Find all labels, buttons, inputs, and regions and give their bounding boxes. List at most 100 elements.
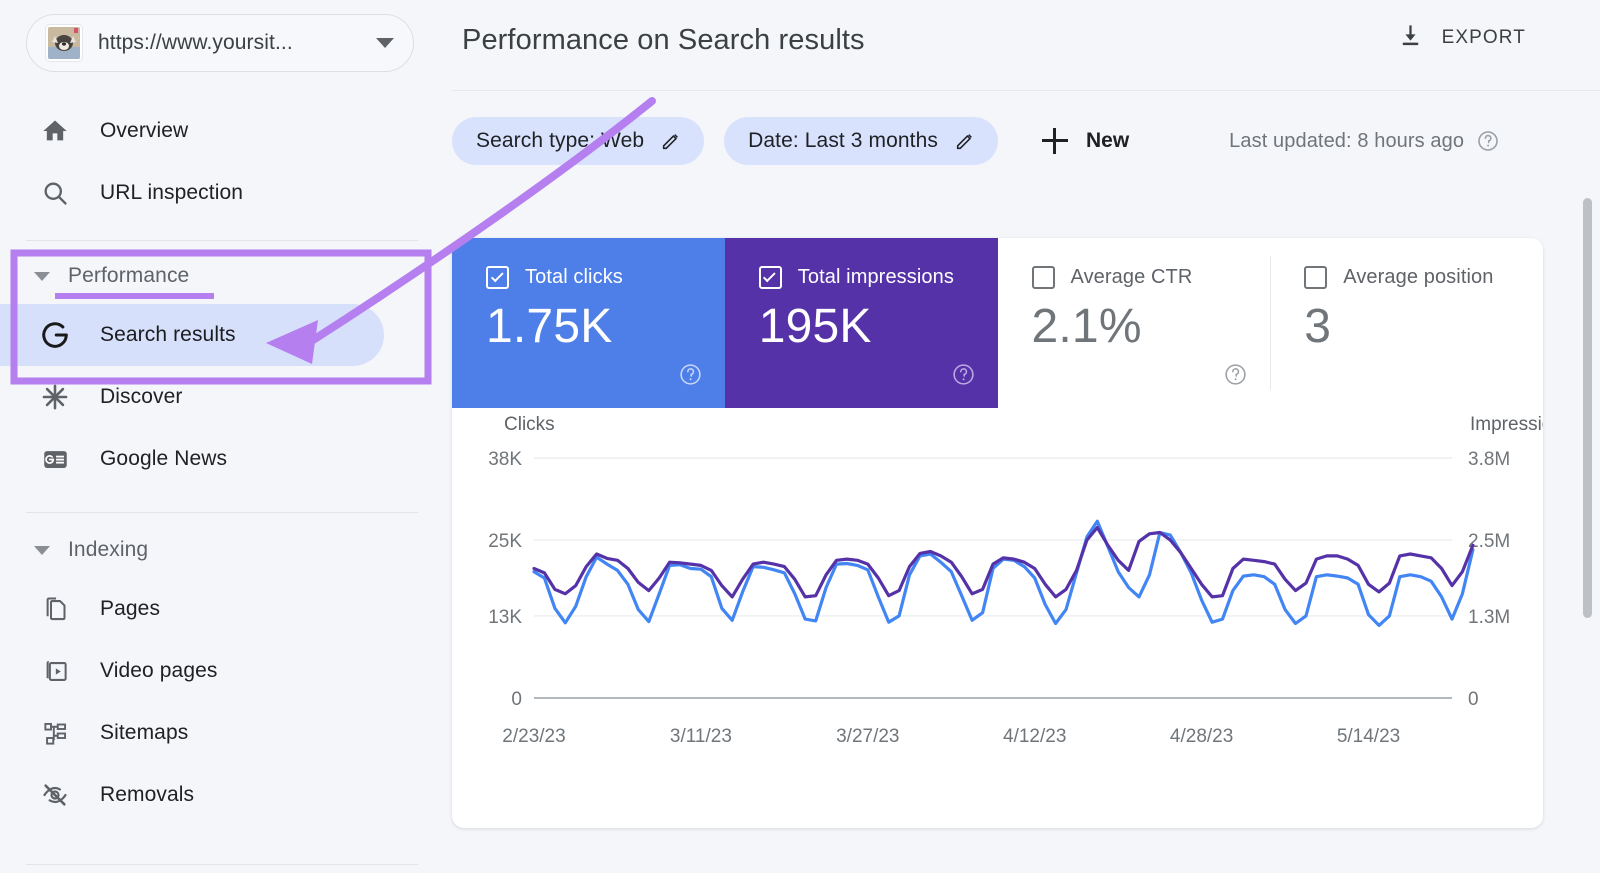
sidebar-item-discover[interactable]: Discover xyxy=(0,366,452,428)
sidebar-item-video-pages[interactable]: Video pages xyxy=(0,640,452,702)
video-pages-icon xyxy=(38,654,72,688)
filter-chip-label: Date: Last 3 months xyxy=(748,129,938,153)
sidebar-section-label: Performance xyxy=(68,264,189,288)
chart-y-tick-left: 25K xyxy=(488,531,522,552)
metric-label: Total impressions xyxy=(798,266,954,289)
site-url-label: https://www.yoursit... xyxy=(98,31,365,55)
metric-value: 2.1% xyxy=(1032,299,1271,354)
sidebar-item-label: Sitemaps xyxy=(100,721,188,745)
chart-x-tick: 4/12/23 xyxy=(1003,726,1066,747)
search-console-page: https://www.yoursit... Overview UR xyxy=(0,0,1600,873)
page-title: Performance on Search results xyxy=(462,24,865,57)
metrics-row: Total clicks 1.75K Total impressions 195… xyxy=(452,238,1543,408)
metric-card-average-position[interactable]: Average position 3 xyxy=(1270,238,1543,408)
caret-down-icon xyxy=(34,546,50,555)
metric-label: Total clicks xyxy=(525,266,623,289)
export-label: EXPORT xyxy=(1442,27,1526,49)
chart-y-tick-right: 3.8M xyxy=(1468,449,1510,470)
metric-checkbox-total-impressions[interactable] xyxy=(759,266,782,289)
vertical-scrollbar[interactable] xyxy=(1583,198,1592,618)
chart-x-tick: 2/23/23 xyxy=(502,726,565,747)
metric-card-average-ctr[interactable]: Average CTR 2.1% xyxy=(998,238,1271,408)
sidebar-item-overview[interactable]: Overview xyxy=(0,100,452,162)
help-circle-icon[interactable] xyxy=(1223,362,1248,392)
chart-x-tick: 4/28/23 xyxy=(1170,726,1233,747)
chart-x-tick: 5/14/23 xyxy=(1337,726,1400,747)
chart-y-tick-right: 1.3M xyxy=(1468,607,1510,628)
site-thumbnail-dog-photo-icon xyxy=(46,25,82,61)
discover-sparkle-icon xyxy=(38,380,72,414)
google-news-icon xyxy=(38,442,72,476)
help-circle-icon[interactable] xyxy=(951,362,976,392)
sidebar-item-label: Video pages xyxy=(100,659,217,683)
sidebar-item-label: Removals xyxy=(100,783,194,807)
plus-icon xyxy=(1042,128,1068,154)
sidebar-divider-3 xyxy=(26,864,418,865)
sidebar: https://www.yoursit... Overview UR xyxy=(0,0,452,873)
sidebar-divider-1 xyxy=(26,240,418,241)
header-divider xyxy=(452,90,1600,91)
sidebar-item-label: Discover xyxy=(100,385,182,409)
metric-label: Average position xyxy=(1343,266,1493,289)
new-filter-button[interactable]: New xyxy=(1030,117,1141,165)
metric-label: Average CTR xyxy=(1071,266,1193,289)
chart-x-tick: 3/11/23 xyxy=(670,726,732,747)
metric-card-total-clicks[interactable]: Total clicks 1.75K xyxy=(452,238,725,408)
sidebar-section-performance[interactable]: Performance xyxy=(0,248,452,304)
new-filter-label: New xyxy=(1086,129,1129,153)
chart-svg: ClicksImpressions0013K1.3M25K2.5M38K3.8M… xyxy=(452,408,1543,828)
help-circle-icon[interactable] xyxy=(1476,129,1500,153)
sidebar-item-sitemaps[interactable]: Sitemaps xyxy=(0,702,452,764)
filter-chip-label: Search type: Web xyxy=(476,129,644,153)
filter-bar: Search type: Web Date: Last 3 months New xyxy=(452,113,1500,169)
google-g-icon xyxy=(38,318,72,352)
help-circle-icon[interactable] xyxy=(678,362,703,392)
metric-card-total-impressions[interactable]: Total impressions 195K xyxy=(725,238,998,408)
download-icon xyxy=(1397,22,1424,54)
search-icon xyxy=(38,176,72,210)
chart-y-axis-right-title: Impressions xyxy=(1470,414,1543,435)
sidebar-item-google-news[interactable]: Google News xyxy=(0,428,452,490)
chart-line-impressions xyxy=(534,528,1473,597)
metric-checkbox-average-ctr[interactable] xyxy=(1032,266,1055,289)
sidebar-item-url-inspection[interactable]: URL inspection xyxy=(0,162,452,224)
chart-line-clicks xyxy=(534,521,1473,625)
metric-value: 1.75K xyxy=(486,299,725,354)
sitemaps-hierarchy-icon xyxy=(38,716,72,750)
pages-copy-icon xyxy=(38,592,72,626)
export-button[interactable]: EXPORT xyxy=(1397,22,1526,54)
chart-y-tick-left: 13K xyxy=(488,607,522,628)
caret-down-icon xyxy=(34,272,50,281)
chart-y-tick-right: 0 xyxy=(1468,689,1479,710)
filter-chip-date[interactable]: Date: Last 3 months xyxy=(724,117,998,165)
metric-value: 195K xyxy=(759,299,998,354)
sidebar-item-removals[interactable]: Removals xyxy=(0,764,452,826)
eye-off-icon xyxy=(38,778,72,812)
sidebar-divider-2 xyxy=(26,512,418,513)
sidebar-item-label: Google News xyxy=(100,447,227,471)
pencil-icon[interactable] xyxy=(954,130,976,152)
sidebar-section-indexing[interactable]: Indexing xyxy=(0,522,452,578)
sidebar-item-search-results[interactable]: Search results xyxy=(0,304,384,366)
metric-checkbox-average-position[interactable] xyxy=(1304,266,1327,289)
filter-chip-search-type[interactable]: Search type: Web xyxy=(452,117,704,165)
chart-y-axis-left-title: Clicks xyxy=(504,414,555,435)
sidebar-item-label: URL inspection xyxy=(100,181,243,205)
last-updated-label: Last updated: 8 hours ago xyxy=(1229,130,1464,153)
sidebar-item-label: Search results xyxy=(100,323,236,347)
site-selector[interactable]: https://www.yoursit... xyxy=(26,14,414,72)
sidebar-item-label: Overview xyxy=(100,119,188,143)
home-icon xyxy=(38,114,72,148)
last-updated: Last updated: 8 hours ago xyxy=(1229,129,1500,153)
chart-y-tick-left: 0 xyxy=(511,689,522,710)
metric-value: 3 xyxy=(1304,299,1543,354)
metric-checkbox-total-clicks[interactable] xyxy=(486,266,509,289)
chart-y-tick-left: 38K xyxy=(488,449,522,470)
sidebar-item-pages[interactable]: Pages xyxy=(0,578,452,640)
chart-x-tick: 3/27/23 xyxy=(836,726,899,747)
performance-card: Total clicks 1.75K Total impressions 195… xyxy=(452,238,1543,828)
sidebar-item-label: Pages xyxy=(100,597,160,621)
pencil-icon[interactable] xyxy=(660,130,682,152)
performance-chart[interactable]: ClicksImpressions0013K1.3M25K2.5M38K3.8M… xyxy=(452,408,1543,828)
chevron-down-icon[interactable] xyxy=(365,38,405,48)
